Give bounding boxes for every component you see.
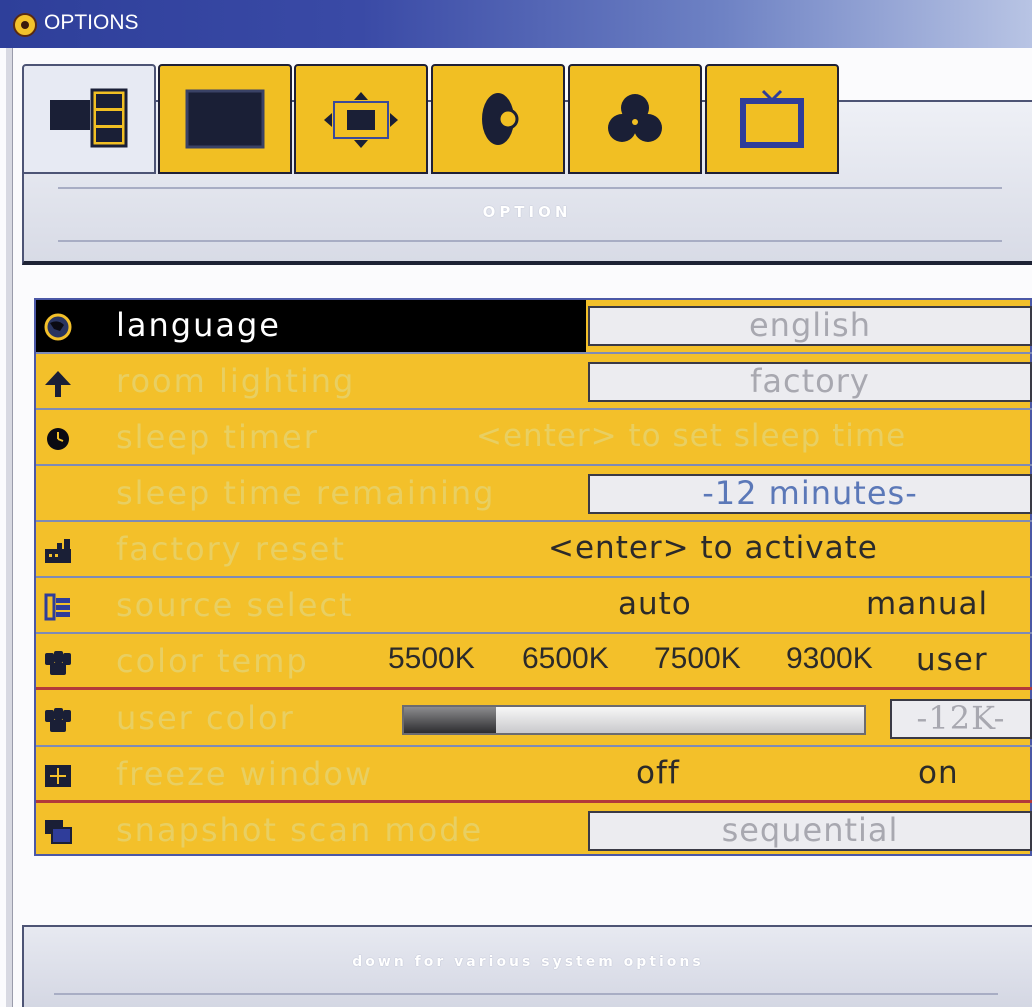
tab-screen[interactable] [158, 64, 292, 174]
option-label: color temp [116, 642, 309, 680]
window-frame [6, 48, 13, 1007]
option-value[interactable]: english [588, 306, 1032, 346]
snapshot-icon [45, 820, 72, 844]
panel-title: OPTION [482, 203, 572, 221]
tv-icon [740, 89, 804, 148]
option-factory-reset[interactable]: factory reset <enter> to activate [36, 524, 1032, 578]
color-cans-icon [45, 651, 71, 675]
choice-6500k[interactable]: 6500K [522, 642, 609, 676]
screen-icon [185, 89, 265, 149]
option-value: -12 minutes- [588, 474, 1032, 514]
monitor-settings-icon [13, 13, 37, 37]
slider-fill [404, 707, 496, 733]
option-hint[interactable]: <enter> to activate [548, 530, 878, 566]
option-label: sleep timer [116, 418, 319, 456]
option-room-lighting[interactable]: room lighting factory [36, 356, 1032, 410]
option-label: user color [116, 699, 295, 737]
help-text: down for various system options [352, 954, 704, 970]
source-icon [44, 593, 70, 621]
help-bar: down for various system options [22, 925, 1032, 1007]
option-freeze-window[interactable]: freeze window off on [36, 749, 1032, 803]
choice-5500k[interactable]: 5500K [388, 642, 475, 676]
option-value[interactable]: factory [588, 362, 1032, 402]
option-label: language [116, 306, 281, 344]
title-bar: OPTIONS [0, 0, 1032, 48]
option-label: factory reset [116, 530, 346, 568]
choice-9300k[interactable]: 9300K [786, 642, 873, 676]
option-snapshot-scan-mode[interactable]: snapshot scan mode sequential [36, 805, 1032, 859]
color-icon [608, 94, 662, 142]
option-label: sleep time remaining [116, 474, 496, 512]
choice-auto[interactable]: auto [618, 586, 692, 622]
divider [58, 240, 1002, 242]
option-value[interactable]: sequential [588, 811, 1032, 851]
option-source-select[interactable]: source select auto manual [36, 580, 1032, 634]
globe-icon [44, 313, 72, 341]
choice-manual[interactable]: manual [866, 586, 988, 622]
divider [58, 187, 1002, 189]
position-icon [324, 92, 398, 148]
pip-layout-icon [50, 88, 128, 148]
freeze-icon [45, 765, 71, 787]
choice-on[interactable]: on [918, 755, 959, 791]
tab-tv[interactable] [705, 64, 839, 174]
audio-icon [482, 93, 519, 145]
user-color-slider[interactable] [402, 705, 866, 735]
option-value: -12K- [890, 699, 1032, 739]
option-label: snapshot scan mode [116, 811, 484, 849]
option-color-temp[interactable]: color temp 5500K 6500K 7500K 9300K user [36, 636, 1032, 690]
tab-color[interactable] [568, 64, 702, 174]
clock-icon [47, 428, 69, 450]
tab-audio[interactable] [431, 64, 565, 174]
option-label: freeze window [116, 755, 374, 793]
choice-off[interactable]: off [636, 755, 680, 791]
tab-position[interactable] [294, 64, 428, 174]
option-sleep-timer[interactable]: sleep timer <enter> to set sleep time [36, 412, 1032, 466]
option-label: room lighting [116, 362, 356, 400]
option-sleep-time-remaining: sleep time remaining -12 minutes- [36, 468, 1032, 522]
options-list: language english room lighting factory s… [34, 298, 1032, 856]
option-language[interactable]: language english [36, 300, 1032, 354]
option-hint: <enter> to set sleep time [476, 418, 907, 454]
choice-user[interactable]: user [916, 642, 988, 678]
window-title: OPTIONS [44, 11, 139, 34]
divider [54, 993, 998, 995]
factory-icon [45, 539, 71, 563]
choice-7500k[interactable]: 7500K [654, 642, 741, 676]
tab-pip-layout[interactable] [22, 64, 156, 174]
lamp-icon [45, 371, 71, 397]
option-label: source select [116, 586, 354, 624]
color-cans-icon [45, 708, 71, 732]
option-user-color[interactable]: user color -12K- [36, 693, 1032, 747]
